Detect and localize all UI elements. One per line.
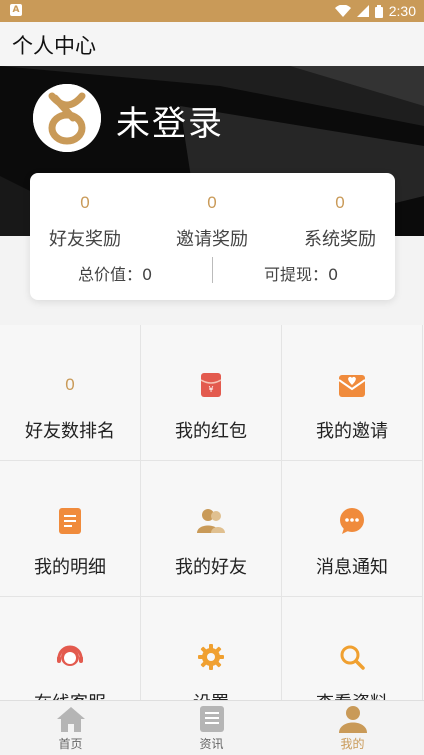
- username[interactable]: 未登录: [116, 96, 224, 145]
- menu-message-notification[interactable]: 消息通知: [282, 461, 423, 597]
- menu-my-invitation[interactable]: 我的邀请: [282, 325, 423, 461]
- menu-label: 查看资料: [282, 689, 422, 700]
- chat-bubble-icon: [340, 508, 364, 534]
- friend-reward-value: 0: [80, 193, 90, 212]
- gear-icon: [198, 644, 224, 670]
- menu-my-red-envelope[interactable]: ¥ 我的红包: [141, 325, 282, 461]
- clock: 2:30: [388, 3, 416, 19]
- red-envelope-icon: ¥: [200, 373, 222, 397]
- person-icon: [339, 706, 367, 733]
- bottom-tab-bar: 首页 资讯 我的: [0, 700, 424, 755]
- customer-service-icon: [57, 645, 83, 666]
- tab-label: 我的: [340, 737, 365, 751]
- friends-icon: [197, 509, 225, 533]
- menu-label: 在线客服: [0, 689, 140, 700]
- tab-label: 首页: [58, 737, 83, 751]
- menu-label: 我的邀请: [316, 421, 388, 442]
- tab-home[interactable]: 首页: [0, 701, 141, 755]
- menu-my-details[interactable]: 我的明细: [0, 461, 141, 597]
- news-icon: [200, 706, 224, 732]
- friend-reward-label: 好友奖励: [49, 229, 121, 250]
- menu-online-service[interactable]: 在线客服: [0, 597, 141, 700]
- gold-loop-logo-icon: [33, 84, 101, 152]
- status-bar: A 2:30: [0, 0, 424, 22]
- invite-envelope-icon: [338, 375, 366, 397]
- invite-reward-stat[interactable]: 0 邀请奖励: [157, 193, 267, 251]
- status-indicators: 2:30: [334, 0, 416, 22]
- search-icon: [340, 645, 365, 670]
- system-reward-label: 系统奖励: [304, 229, 376, 250]
- withdrawable-value: 可提现：0: [264, 265, 339, 284]
- tab-label: 资讯: [199, 737, 224, 751]
- system-reward-stat[interactable]: 0 系统奖励: [285, 193, 395, 251]
- menu-label: 好友数排名: [25, 421, 115, 442]
- menu-label: 设置: [141, 689, 281, 700]
- battery-icon: [374, 4, 383, 18]
- menu-label: 我的红包: [175, 421, 247, 442]
- menu-grid: 0 好友数排名 ¥ 我的红包 我的邀请 我的明细 我的好友 消息通知: [0, 325, 424, 700]
- app-notification-icon: A: [10, 4, 22, 16]
- home-icon: [57, 707, 85, 732]
- page-title: 个人中心: [12, 34, 96, 58]
- system-reward-value: 0: [335, 193, 345, 212]
- friend-reward-stat[interactable]: 0 好友奖励: [30, 193, 140, 251]
- svg-text:¥: ¥: [208, 385, 213, 394]
- menu-label: 我的明细: [34, 557, 106, 578]
- tab-news[interactable]: 资讯: [141, 701, 282, 755]
- avatar[interactable]: [33, 84, 101, 152]
- signal-icon: [356, 5, 369, 17]
- totals-divider: [212, 257, 213, 283]
- menu-label: 消息通知: [316, 557, 388, 578]
- menu-label: 我的好友: [175, 557, 247, 578]
- invite-reward-label: 邀请奖励: [176, 229, 248, 250]
- rewards-card: 0 好友奖励 0 邀请奖励 0 系统奖励 总价值：0 可提现：0: [30, 173, 395, 300]
- tab-mine[interactable]: 我的: [282, 701, 423, 755]
- friend-ranking-value: 0: [65, 375, 75, 394]
- wifi-icon: [334, 5, 351, 17]
- menu-settings[interactable]: 设置: [141, 597, 282, 700]
- total-value: 总价值：0: [78, 265, 153, 284]
- invite-reward-value: 0: [207, 193, 217, 212]
- document-icon: [59, 508, 81, 534]
- title-bar: 个人中心: [0, 22, 424, 67]
- menu-view-profile[interactable]: 查看资料: [282, 597, 423, 700]
- menu-my-friends[interactable]: 我的好友: [141, 461, 282, 597]
- menu-friend-ranking[interactable]: 0 好友数排名: [0, 325, 141, 461]
